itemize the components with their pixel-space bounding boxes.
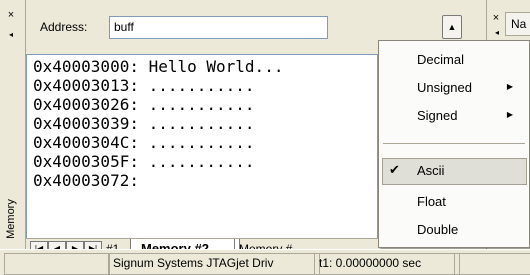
address-label: Address: [40, 20, 88, 34]
memory-view[interactable]: 0x40003000: Hello World... 0x40003013: .… [26, 54, 378, 243]
status-time: t1: 0.00000000 sec [314, 253, 460, 275]
scroll-up-button[interactable]: ▲ [442, 15, 462, 39]
menu-separator [383, 143, 525, 144]
memory-line: 0x40003026: ........... [33, 95, 255, 114]
status-pane [454, 253, 530, 275]
menu-item-float[interactable]: Float [417, 194, 446, 209]
dock-title: Memory [1, 195, 21, 241]
menu-highlight [382, 158, 527, 185]
column-header[interactable]: Na [505, 12, 530, 36]
pin-icon[interactable]: ◂ [492, 28, 502, 38]
dock-title-label: Memory [5, 199, 17, 239]
close-icon[interactable]: × [490, 12, 502, 24]
close-icon[interactable]: × [4, 8, 18, 22]
menu-item-signed[interactable]: Signed [417, 108, 457, 123]
menu-item-ascii[interactable]: Ascii [417, 163, 444, 178]
submenu-arrow-icon: ▶ [506, 110, 513, 119]
menu-item-decimal[interactable]: Decimal [417, 52, 464, 67]
memory-line: 0x40003013: ........... [33, 76, 255, 95]
memory-line: 0x4000304C: ........... [33, 133, 255, 152]
status-bar: Signum Systems JTAGjet Driv t1: 0.000000… [0, 249, 530, 275]
format-context-menu: ✔ Decimal Unsigned ▶ Signed ▶ Ascii Floa… [378, 40, 530, 248]
status-pane [4, 253, 110, 275]
check-icon: ✔ [389, 162, 400, 177]
menu-item-double[interactable]: Double [417, 222, 458, 237]
memory-line: 0x40003072: [33, 171, 139, 190]
submenu-arrow-icon: ▶ [506, 82, 513, 91]
pin-icon[interactable]: ◂ [6, 30, 16, 40]
address-input[interactable]: buff [109, 16, 328, 39]
status-target: Signum Systems JTAGjet Driv [108, 253, 320, 275]
menu-item-unsigned[interactable]: Unsigned [417, 80, 472, 95]
memory-line: 0x40003000: Hello World... [33, 57, 284, 76]
memory-line: 0x40003039: ........... [33, 114, 255, 133]
memory-line: 0x4000305F: ........... [33, 152, 255, 171]
